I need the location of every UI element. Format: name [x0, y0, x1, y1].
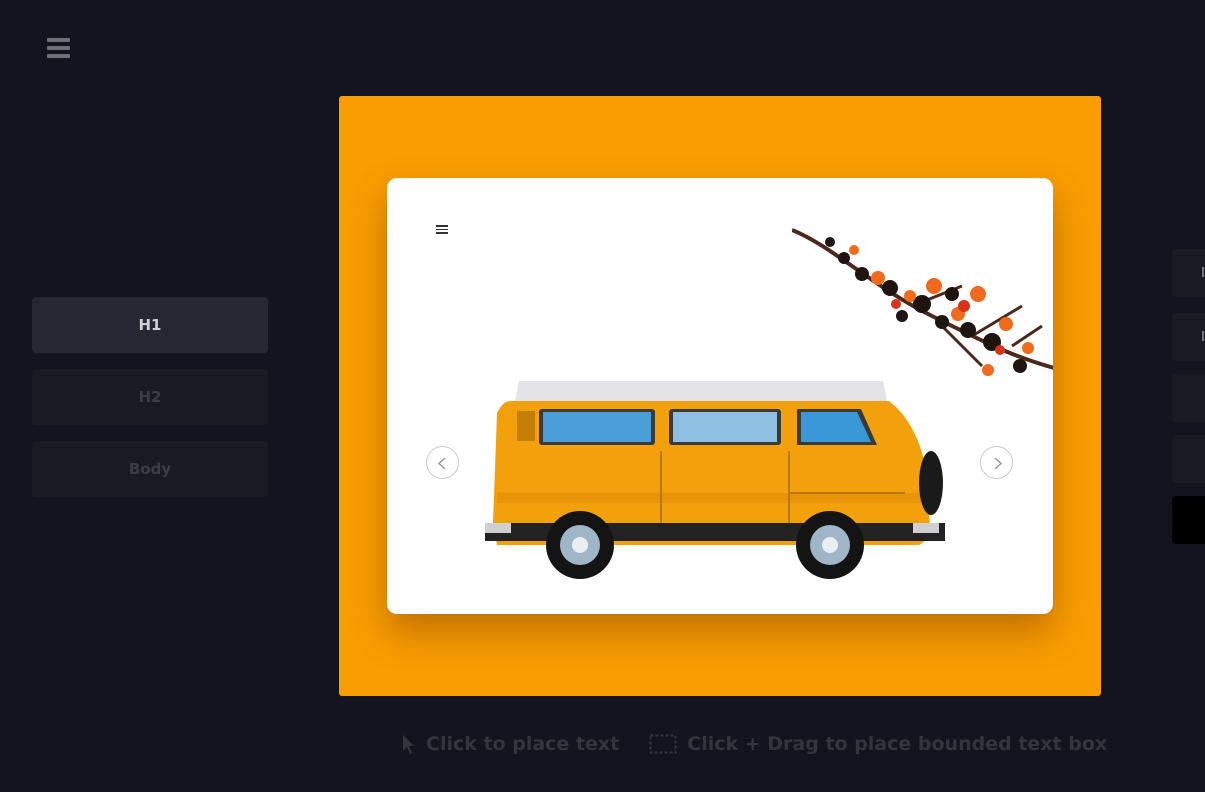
carousel-next-button[interactable]: [980, 446, 1013, 479]
carousel-prev-button[interactable]: [426, 446, 459, 479]
click-hint-text: Click to place text: [426, 733, 620, 755]
flower-branch-image: [792, 228, 1053, 376]
right-tool-button[interactable]: [1172, 374, 1205, 422]
main-menu-icon[interactable]: [47, 38, 70, 58]
design-canvas[interactable]: [339, 96, 1101, 696]
yellow-van-image: [485, 381, 945, 579]
right-tool-button[interactable]: [1172, 313, 1205, 361]
editor-app: H1 H2 Body Click to place text Click + D…: [0, 0, 1205, 792]
cursor-icon: [403, 735, 414, 754]
chevron-right-icon: [994, 457, 1003, 470]
right-tool-button[interactable]: [1172, 249, 1205, 297]
right-tool-button-dark[interactable]: [1172, 496, 1205, 544]
drag-hint: Click + Drag to place bounded text box: [649, 733, 1107, 755]
drag-hint-text: Click + Drag to place bounded text box: [687, 733, 1108, 755]
right-tool-button[interactable]: [1172, 435, 1205, 483]
mockup-card: [387, 178, 1053, 614]
style-button-h2[interactable]: H2: [32, 369, 268, 425]
text-style-panel: H1 H2 Body: [32, 297, 268, 513]
style-button-body[interactable]: Body: [32, 441, 268, 497]
style-button-h1[interactable]: H1: [32, 297, 268, 353]
chevron-left-icon: [437, 457, 446, 470]
placement-hints: Click to place text Click + Drag to plac…: [400, 733, 1107, 755]
dashed-box-icon: [649, 734, 677, 754]
card-hamburger-icon: [436, 225, 448, 234]
click-hint: Click to place text: [400, 733, 619, 755]
